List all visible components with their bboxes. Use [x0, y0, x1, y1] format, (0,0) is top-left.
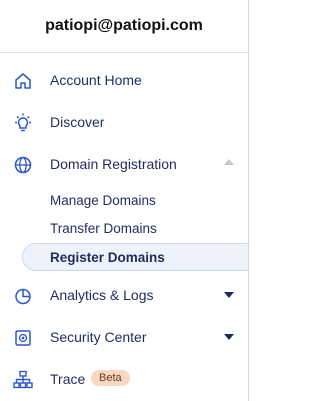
nav-item-security-center[interactable]: Security Center — [0, 319, 248, 355]
chart-icon — [12, 285, 34, 307]
sub-item-register-domains[interactable]: Register Domains — [22, 243, 248, 271]
sub-item-transfer-domains[interactable]: Transfer Domains — [50, 216, 157, 240]
sub-item-manage-domains[interactable]: Manage Domains — [50, 188, 156, 212]
nav-item-account-home[interactable]: Account Home — [0, 62, 248, 98]
expand-caret-icon[interactable] — [224, 334, 234, 340]
nav-item-label: Analytics & Logs — [50, 287, 154, 303]
nav-item-domain-registration[interactable]: Domain Registration — [0, 146, 248, 182]
nav-item-label: Trace — [50, 371, 86, 387]
nav-item-label: Domain Registration — [50, 156, 177, 172]
security-icon — [12, 327, 34, 349]
nav-item-label: Security Center — [50, 329, 147, 345]
nav-item-label: Account Home — [50, 72, 142, 88]
globe-icon — [12, 154, 34, 176]
collapse-caret-icon[interactable] — [224, 159, 234, 165]
home-icon — [12, 70, 34, 92]
lightbulb-icon — [12, 112, 34, 134]
expand-caret-icon[interactable] — [224, 292, 234, 298]
nav-item-analytics-logs[interactable]: Analytics & Logs — [0, 277, 248, 313]
sidebar: patiopi@patiopi.com Account Home Discove… — [0, 0, 249, 401]
nav-item-label: Discover — [50, 114, 105, 130]
nav-item-trace[interactable]: Trace Beta — [0, 361, 248, 397]
beta-badge: Beta — [91, 370, 130, 386]
account-header[interactable]: patiopi@patiopi.com — [0, 0, 248, 53]
network-icon — [12, 369, 34, 391]
account-email: patiopi@patiopi.com — [45, 17, 203, 34]
nav-item-discover[interactable]: Discover — [0, 104, 248, 140]
